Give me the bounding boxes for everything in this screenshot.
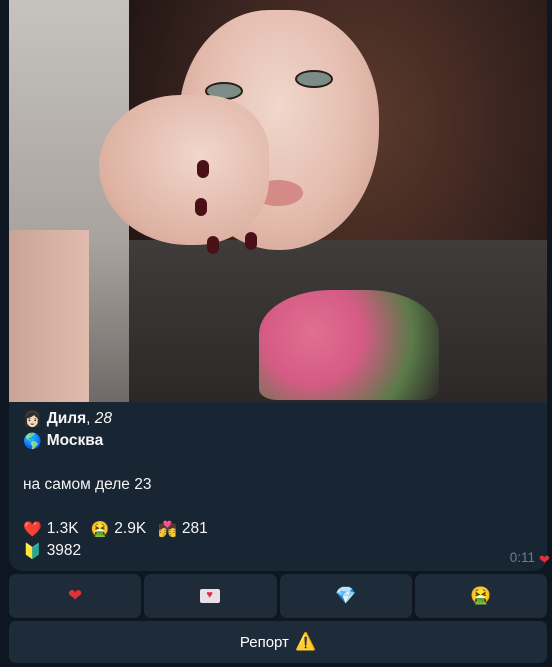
inline-keyboard-row: Репорт ⚠️ bbox=[9, 621, 547, 663]
warning-icon: ⚠️ bbox=[294, 632, 317, 652]
vomit-icon: 🤮 bbox=[470, 586, 492, 606]
message-bubble: 👩🏻 Диля , 28 🌎 Москва на самом деле 23 ❤… bbox=[9, 0, 547, 571]
profile-bio: на самом деле 23 bbox=[23, 476, 152, 493]
photo-nail bbox=[245, 232, 257, 250]
stats-line: ❤️ 1.3K 🤮 2.9K 💏 281 bbox=[23, 518, 533, 540]
gem-icon: 💎 bbox=[335, 586, 357, 606]
rank-value: 3982 bbox=[46, 542, 82, 559]
photo-eye-right bbox=[295, 70, 333, 88]
reaction-heart-icon[interactable]: ❤ bbox=[539, 553, 550, 568]
bio-line: на самом деле 23 bbox=[23, 474, 533, 496]
age-separator: , bbox=[86, 410, 95, 427]
photo-nail bbox=[197, 160, 209, 178]
profile-city: Москва bbox=[46, 432, 104, 449]
heart-icon: ❤ bbox=[68, 586, 83, 606]
vomit-icon: 🤮 bbox=[90, 520, 110, 538]
profile-age: 28 bbox=[94, 410, 113, 427]
dislike-button[interactable]: 🤮 bbox=[414, 574, 547, 618]
dislikes-count: 2.9K bbox=[114, 520, 147, 537]
woman-icon: 👩🏻 bbox=[23, 410, 42, 428]
love-letter-icon bbox=[200, 589, 221, 603]
report-label: Репорт bbox=[239, 633, 289, 651]
photo-nail bbox=[195, 198, 207, 216]
super-like-button[interactable]: 💎 bbox=[279, 574, 412, 618]
message-button[interactable] bbox=[144, 574, 277, 618]
like-button[interactable]: ❤ bbox=[9, 574, 142, 618]
globe-icon: 🌎 bbox=[23, 432, 42, 450]
name-line: 👩🏻 Диля , 28 bbox=[23, 408, 533, 430]
inline-keyboard-row: ❤ 💎 🤮 bbox=[9, 574, 547, 618]
matches-count: 281 bbox=[181, 520, 208, 537]
photo-nail bbox=[207, 236, 219, 254]
photo-shirt-print bbox=[259, 290, 439, 400]
report-button[interactable]: Репорт ⚠️ bbox=[9, 621, 547, 663]
city-line: 🌎 Москва bbox=[23, 430, 533, 452]
likes-count: 1.3K bbox=[46, 520, 79, 537]
profile-caption: 👩🏻 Диля , 28 🌎 Москва на самом деле 23 ❤… bbox=[23, 408, 533, 562]
rank-line: 🔰 3982 bbox=[23, 540, 533, 562]
photo-arm bbox=[9, 230, 89, 402]
beginner-badge-icon: 🔰 bbox=[23, 542, 42, 560]
message-time: 0:11 bbox=[509, 550, 535, 565]
profile-name: Диля bbox=[46, 410, 87, 427]
profile-photo[interactable] bbox=[9, 0, 547, 402]
kiss-icon: 💏 bbox=[158, 520, 177, 538]
heart-icon: ❤️ bbox=[23, 520, 42, 538]
